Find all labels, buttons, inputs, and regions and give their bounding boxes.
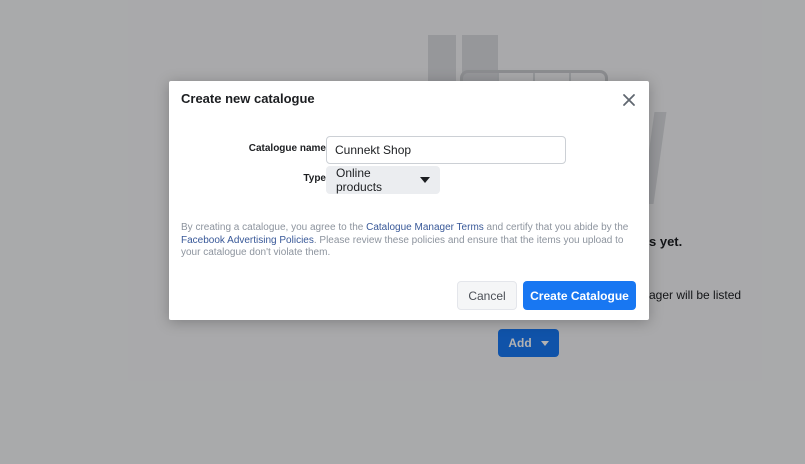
- catalogue-manager-terms-link[interactable]: Catalogue Manager Terms: [366, 222, 484, 233]
- create-catalogue-button[interactable]: Create Catalogue: [523, 281, 636, 310]
- create-catalogue-dialog: Create new catalogue Catalogue name Type…: [169, 81, 649, 320]
- close-icon: [623, 94, 635, 106]
- disclaimer-text: and certify that you abide by the: [483, 222, 629, 233]
- dialog-title: Create new catalogue: [181, 91, 315, 106]
- advertising-policies-link[interactable]: Facebook Advertising Policies: [181, 235, 314, 246]
- close-button[interactable]: [618, 89, 640, 111]
- type-label: Type: [303, 173, 326, 184]
- type-dropdown[interactable]: Online products: [326, 166, 440, 194]
- disclaimer-text: By creating a catalogue, you agree to th…: [181, 222, 367, 233]
- catalogue-name-label: Catalogue name: [248, 143, 326, 154]
- terms-disclaimer: By creating a catalogue, you agree to th…: [181, 222, 637, 260]
- caret-down-icon: [420, 177, 430, 183]
- cancel-button[interactable]: Cancel: [457, 281, 517, 310]
- type-dropdown-value: Online products: [336, 166, 383, 194]
- catalogue-name-input[interactable]: [326, 136, 566, 164]
